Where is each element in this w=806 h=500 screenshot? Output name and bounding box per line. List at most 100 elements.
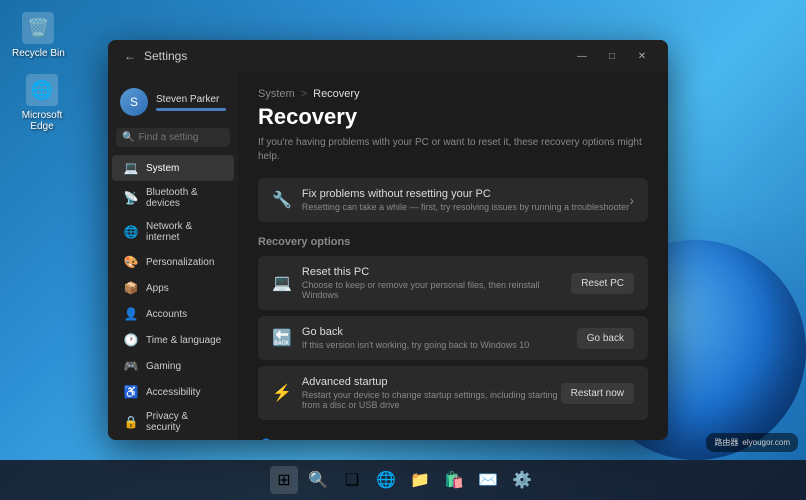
accessibility-icon: ♿	[124, 385, 138, 399]
go-back-title: Go back	[302, 326, 529, 338]
window-controls: — □ ✕	[568, 46, 656, 66]
go-back-desc: If this version isn't working, try going…	[302, 340, 529, 350]
go-back-left: 🔙 Go back If this version isn't working,…	[272, 326, 529, 350]
reset-pc-left: 💻 Reset this PC Choose to keep or remove…	[272, 266, 571, 300]
taskbar: ⊞ 🔍 ❑ 🌐 📁 🛍️ ✉️ ⚙️	[0, 460, 806, 500]
taskbar-explorer-button[interactable]: 📁	[406, 466, 434, 494]
reset-pc-icon: 💻	[272, 273, 292, 293]
desktop-icon-edge[interactable]: 🌐 Microsoft Edge	[8, 70, 76, 136]
go-back-icon: 🔙	[272, 328, 292, 348]
go-back-card: 🔙 Go back If this version isn't working,…	[258, 316, 648, 360]
footer-links: 👤 Get help 💬 Give feedback	[258, 434, 648, 440]
avatar: S	[120, 88, 148, 116]
fix-card-left: 🔧 Fix problems without resetting your PC…	[272, 188, 629, 212]
personalization-icon: 🎨	[124, 255, 138, 269]
accounts-label: Accounts	[146, 309, 187, 320]
reset-pc-desc: Choose to keep or remove your personal f…	[302, 280, 571, 300]
taskbar-start-button[interactable]: ⊞	[270, 466, 298, 494]
watermark-text: 路由器	[714, 437, 738, 448]
desktop-icon-recycle[interactable]: 🗑️ Recycle Bin	[8, 8, 69, 63]
desktop: 🗑️ Recycle Bin 🌐 Microsoft Edge ← Settin…	[0, 0, 806, 500]
advanced-startup-card: ⚡ Advanced startup Restart your device t…	[258, 366, 648, 420]
sidebar-item-system[interactable]: 💻 System	[112, 155, 234, 181]
section-label: Recovery options	[258, 236, 648, 248]
user-name: Steven Parker	[156, 94, 226, 105]
back-button[interactable]: ←	[124, 49, 136, 63]
recycle-icon: 🗑️	[22, 12, 54, 44]
main-content: System > Recovery Recovery If you're hav…	[238, 72, 668, 440]
sidebar-item-update[interactable]: 🔄 Windows Update	[112, 439, 234, 440]
page-title: Recovery	[258, 104, 648, 130]
breadcrumb-parent: System	[258, 88, 295, 100]
breadcrumb-current: Recovery	[313, 88, 359, 100]
advanced-startup-title: Advanced startup	[302, 376, 561, 388]
reset-pc-text: Reset this PC Choose to keep or remove y…	[302, 266, 571, 300]
window-body: S Steven Parker 🔍 💻 System 📡 Blue	[108, 72, 668, 440]
sidebar-item-time[interactable]: 🕐 Time & language	[112, 327, 234, 353]
advanced-startup-desc: Restart your device to change startup se…	[302, 390, 561, 410]
taskbar-settings-button[interactable]: ⚙️	[508, 466, 536, 494]
taskbar-store-button[interactable]: 🛍️	[440, 466, 468, 494]
title-bar-left: ← Settings	[124, 49, 187, 63]
sidebar-item-bluetooth[interactable]: 📡 Bluetooth & devices	[112, 181, 234, 215]
user-bar	[156, 108, 226, 111]
accounts-icon: 👤	[124, 307, 138, 321]
system-label: System	[146, 163, 179, 174]
fix-text: Fix problems without resetting your PC R…	[302, 188, 629, 212]
sidebar-item-apps[interactable]: 📦 Apps	[112, 275, 234, 301]
bluetooth-icon: 📡	[124, 191, 138, 205]
restart-now-button[interactable]: Restart now	[561, 383, 634, 404]
fix-title: Fix problems without resetting your PC	[302, 188, 629, 200]
personalization-label: Personalization	[146, 257, 214, 268]
apps-label: Apps	[146, 283, 169, 294]
user-info: Steven Parker	[156, 94, 226, 111]
bluetooth-label: Bluetooth & devices	[146, 187, 222, 209]
accessibility-label: Accessibility	[146, 387, 200, 398]
system-icon: 💻	[124, 161, 138, 175]
close-button[interactable]: ✕	[628, 46, 656, 66]
fix-desc: Resetting can take a while — first, try …	[302, 202, 629, 212]
time-label: Time & language	[146, 335, 221, 346]
minimize-button[interactable]: —	[568, 46, 596, 66]
fix-problems-card[interactable]: 🔧 Fix problems without resetting your PC…	[258, 178, 648, 222]
get-help-link[interactable]: 👤 Get help	[258, 434, 648, 440]
breadcrumb-separator: >	[301, 88, 307, 100]
watermark: 路由器 elyougor.com	[706, 433, 798, 452]
sidebar-item-accounts[interactable]: 👤 Accounts	[112, 301, 234, 327]
privacy-icon: 🔒	[124, 415, 138, 429]
sidebar-item-accessibility[interactable]: ♿ Accessibility	[112, 379, 234, 405]
edge-label: Microsoft Edge	[12, 110, 72, 132]
taskbar-edge-button[interactable]: 🌐	[372, 466, 400, 494]
fix-chevron-icon: ›	[629, 192, 634, 208]
page-subtitle: If you're having problems with your PC o…	[258, 136, 648, 164]
get-help-icon: 👤	[258, 438, 274, 440]
go-back-button[interactable]: Go back	[577, 328, 634, 349]
breadcrumb: System > Recovery	[258, 88, 648, 100]
edge-icon: 🌐	[26, 74, 58, 106]
reset-pc-title: Reset this PC	[302, 266, 571, 278]
sidebar-item-network[interactable]: 🌐 Network & internet	[112, 215, 234, 249]
taskbar-taskview-button[interactable]: ❑	[338, 466, 366, 494]
reset-pc-button[interactable]: Reset PC	[571, 273, 634, 294]
sidebar-item-gaming[interactable]: 🎮 Gaming	[112, 353, 234, 379]
network-label: Network & internet	[146, 221, 222, 243]
sidebar-item-privacy[interactable]: 🔒 Privacy & security	[112, 405, 234, 439]
time-icon: 🕐	[124, 333, 138, 347]
search-input[interactable]	[138, 132, 224, 143]
apps-icon: 📦	[124, 281, 138, 295]
gaming-label: Gaming	[146, 361, 181, 372]
search-box[interactable]: 🔍	[116, 128, 230, 147]
advanced-startup-icon: ⚡	[272, 383, 292, 403]
sidebar: S Steven Parker 🔍 💻 System 📡 Blue	[108, 72, 238, 440]
user-profile: S Steven Parker	[108, 80, 238, 128]
sidebar-item-personalization[interactable]: 🎨 Personalization	[112, 249, 234, 275]
search-icon: 🔍	[122, 132, 134, 143]
title-bar: ← Settings — □ ✕	[108, 40, 668, 72]
taskbar-search-button[interactable]: 🔍	[304, 466, 332, 494]
gaming-icon: 🎮	[124, 359, 138, 373]
privacy-label: Privacy & security	[146, 411, 222, 433]
maximize-button[interactable]: □	[598, 46, 626, 66]
fix-icon: 🔧	[272, 190, 292, 210]
settings-window: ← Settings — □ ✕ S Steven Parker	[108, 40, 668, 440]
taskbar-mail-button[interactable]: ✉️	[474, 466, 502, 494]
